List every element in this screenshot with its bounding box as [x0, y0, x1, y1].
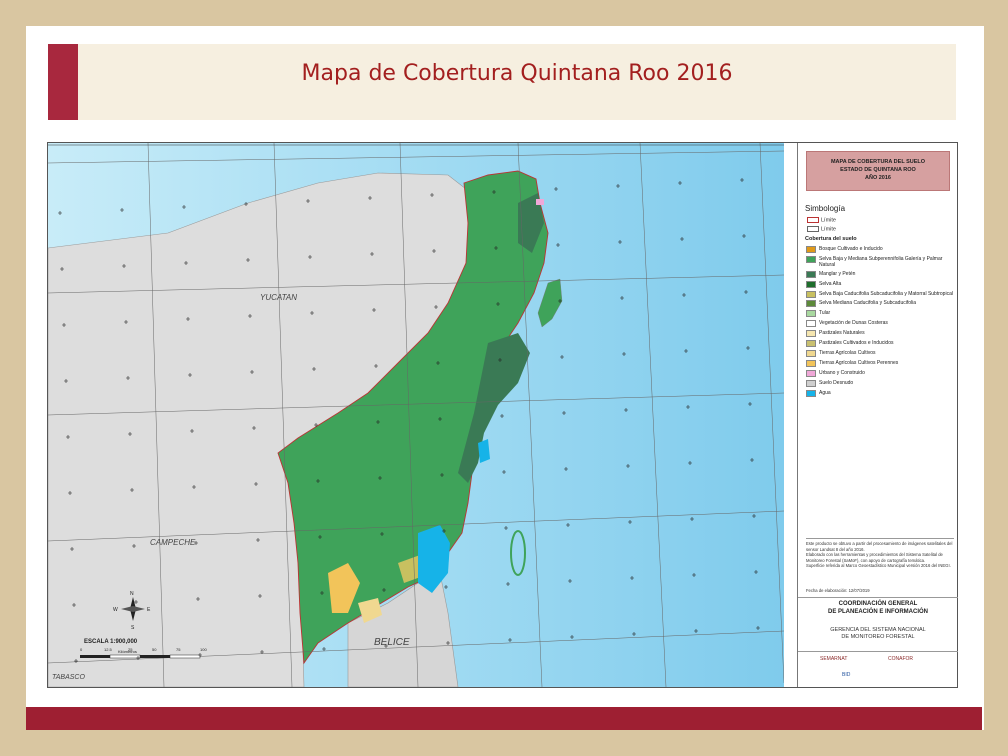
bottom-band — [26, 707, 982, 730]
land-cover-map: YUCATAN CAMPECHE BELICE TABASCO N S E W … — [48, 143, 784, 687]
legend-item: Vegetación de Dunas Costeras — [806, 320, 954, 327]
legend-label: Selva Alta — [819, 281, 842, 287]
legend-label: Pastizales Cultivados e Inducidos — [819, 340, 894, 346]
semarnat-logo: SEMARNAT — [820, 656, 848, 662]
legend-item: Tierras Agrícolas Cultivos — [806, 350, 954, 357]
legend-note: Superficie referida al Marco Geoestadíst… — [806, 563, 951, 569]
legend-label: Selva Mediana Caducifolia y Subcaducifol… — [819, 300, 917, 306]
legend-item: Tierras Agrícolas Cultivos Perennes — [806, 360, 954, 367]
limite-label: Límite — [821, 217, 836, 224]
legend-swatch — [806, 271, 816, 278]
legend-title-line: MAPA DE COBERTURA DEL SUELO — [830, 159, 926, 165]
legend-label: Tular — [819, 310, 831, 316]
legend-note: Este producto se obtuvo a partir del pro… — [806, 541, 953, 552]
label-campeche: CAMPECHE — [150, 538, 196, 547]
scale-tick-label: 100 — [200, 647, 207, 652]
legend-swatch — [806, 360, 816, 367]
legend-label: Vegetación de Dunas Costeras — [819, 320, 888, 326]
legend-item: Bosque Cultivado e Inducido — [806, 246, 954, 253]
legend-items: Bosque Cultivado e Inducido Selva Baja y … — [806, 246, 954, 400]
legend-label: Urbano y Construido — [819, 370, 865, 376]
legend-divider — [798, 597, 958, 598]
legend-panel: MAPA DE COBERTURA DEL SUELO ESTADO DE QU… — [797, 143, 958, 687]
legend-swatch — [806, 300, 816, 307]
gerencia-line: DE MONITOREO FORESTAL — [841, 634, 915, 640]
compass-n: N — [130, 591, 134, 597]
bid-logo: BID — [842, 672, 851, 678]
legend-title-line: ESTADO DE QUINTANA ROO — [840, 167, 916, 173]
legend-swatch — [806, 370, 816, 377]
legend-label: Tierras Agrícolas Cultivos — [819, 350, 876, 356]
legend-item: Pastizales Naturales — [806, 330, 954, 337]
legend-date: Fecha de elaboración: 12/07/2019 — [806, 588, 870, 593]
compass-w: W — [113, 607, 118, 613]
legend-swatch — [806, 340, 816, 347]
legend-label: Agua — [819, 390, 831, 396]
scale-tick-label: 75 — [176, 647, 181, 652]
legend-item: Urbano y Construido — [806, 370, 954, 377]
legend-swatch — [806, 256, 816, 263]
title-accent-bar — [48, 44, 78, 120]
legend-label: Pastizales Naturales — [819, 330, 865, 336]
legend-swatch — [806, 380, 816, 387]
label-belice: BELICE — [374, 637, 410, 648]
coord-line: COORDINACIÓN GENERAL — [838, 601, 918, 607]
limite-item: Límite — [807, 217, 836, 223]
legend-title: MAPA DE COBERTURA DEL SUELO ESTADO DE QU… — [806, 151, 950, 191]
urban-spot — [536, 199, 544, 205]
conafor-logo: CONAFOR — [888, 656, 913, 662]
legend-swatch — [806, 246, 816, 253]
coord-line: DE PLANEACIÓN E INFORMACIÓN — [827, 609, 928, 615]
legend-item: Selva Alta — [806, 281, 954, 288]
legend-item: Selva Baja y Mediana Subperennifolia Gal… — [806, 256, 954, 268]
legend-item: Pastizales Cultivados e Inducidos — [806, 340, 954, 347]
legend-label: Bosque Cultivado e Inducido — [819, 246, 883, 252]
limite-label: Límite — [821, 226, 836, 233]
legend-swatch — [806, 281, 816, 288]
cobertura-heading: Cobertura del suelo — [805, 236, 857, 242]
legend-swatch — [806, 320, 816, 327]
scale-text: ESCALA 1:900,000 — [84, 639, 138, 645]
legend-item: Tular — [806, 310, 954, 317]
legend-divider — [798, 651, 958, 652]
legend-swatch — [806, 291, 816, 298]
legend-label: Manglar y Petén — [819, 271, 856, 277]
gerencia-title: GERENCIA DEL SISTEMA NACIONAL DE MONITOR… — [798, 627, 958, 641]
legend-item: Manglar y Petén — [806, 271, 954, 278]
legend-swatch — [806, 310, 816, 317]
legend-item: Agua — [806, 390, 954, 397]
simbologia-heading: Simbología — [805, 204, 846, 213]
legend-label: Tierras Agrícolas Cultivos Perennes — [819, 360, 899, 366]
legend-swatch — [806, 390, 816, 397]
limite-item: Límite — [807, 226, 836, 232]
legend-note: Elaborado con las herramientas y procedi… — [806, 552, 943, 563]
legend-label: Suelo Desnudo — [819, 380, 854, 386]
lagoon-water — [478, 439, 490, 463]
legend-label: Selva Baja Caducifolia Subcaducifolia y … — [819, 291, 953, 297]
limite-swatch — [807, 217, 819, 223]
legend-title-line: AÑO 2016 — [865, 175, 891, 181]
scale-tick-label: 50 — [152, 647, 157, 652]
label-yucatan: YUCATAN — [260, 293, 297, 302]
limite-swatch — [807, 226, 819, 232]
legend-item: Selva Baja Caducifolia Subcaducifolia y … — [806, 291, 954, 298]
coordinacion-title: COORDINACIÓN GENERAL DE PLANEACIÓN E INF… — [798, 600, 958, 616]
legend-item: Selva Mediana Caducifolia y Subcaducifol… — [806, 300, 954, 307]
scale-bar — [80, 654, 201, 659]
scale-tick-label: 25 — [128, 647, 133, 652]
label-tabasco: TABASCO — [52, 674, 85, 681]
legend-notes: Este producto se obtuvo a partir del pro… — [806, 538, 954, 569]
legend-label: Selva Baja y Mediana Subperennifolia Gal… — [819, 256, 943, 268]
gerencia-line: GERENCIA DEL SISTEMA NACIONAL — [830, 627, 926, 633]
scale-tick-label: 12.5 — [104, 647, 113, 652]
legend-item: Suelo Desnudo — [806, 380, 954, 387]
slide-title: Mapa de Cobertura Quintana Roo 2016 — [301, 61, 733, 86]
legend-swatch — [806, 350, 816, 357]
legend-swatch — [806, 330, 816, 337]
